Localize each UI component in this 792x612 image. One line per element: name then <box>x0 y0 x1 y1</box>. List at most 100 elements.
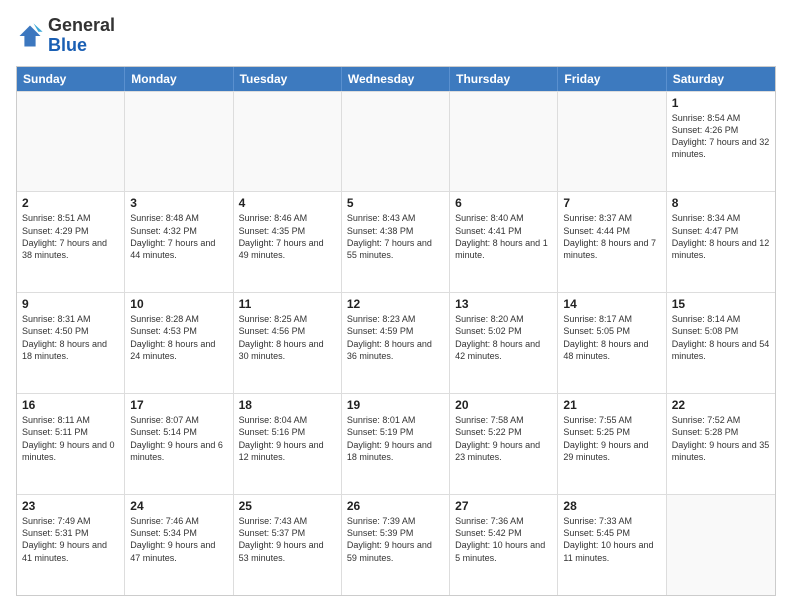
calendar-week-3: 9 Sunrise: 8:31 AM Sunset: 4:50 PM Daylig… <box>17 292 775 393</box>
calendar-cell: 17 Sunrise: 8:07 AM Sunset: 5:14 PM Dayli… <box>125 394 233 494</box>
calendar-cell: 4 Sunrise: 8:46 AM Sunset: 4:35 PM Daylig… <box>234 192 342 292</box>
day-content: Sunrise: 8:48 AM Sunset: 4:32 PM Dayligh… <box>130 212 227 261</box>
day-content: Sunrise: 7:55 AM Sunset: 5:25 PM Dayligh… <box>563 414 660 463</box>
calendar-week-5: 23 Sunrise: 7:49 AM Sunset: 5:31 PM Dayli… <box>17 494 775 595</box>
day-content: Sunrise: 8:25 AM Sunset: 4:56 PM Dayligh… <box>239 313 336 362</box>
calendar-cell: 27 Sunrise: 7:36 AM Sunset: 5:42 PM Dayli… <box>450 495 558 595</box>
day-number: 11 <box>239 297 336 311</box>
calendar-cell <box>558 92 666 192</box>
day-number: 21 <box>563 398 660 412</box>
day-content: Sunrise: 7:43 AM Sunset: 5:37 PM Dayligh… <box>239 515 336 564</box>
calendar-header: SundayMondayTuesdayWednesdayThursdayFrid… <box>17 67 775 91</box>
calendar-cell: 18 Sunrise: 8:04 AM Sunset: 5:16 PM Dayli… <box>234 394 342 494</box>
day-content: Sunrise: 8:14 AM Sunset: 5:08 PM Dayligh… <box>672 313 770 362</box>
day-header-friday: Friday <box>558 67 666 91</box>
page: General Blue SundayMondayTuesdayWednesda… <box>0 0 792 612</box>
day-number: 15 <box>672 297 770 311</box>
calendar-cell: 8 Sunrise: 8:34 AM Sunset: 4:47 PM Daylig… <box>667 192 775 292</box>
day-content: Sunrise: 8:34 AM Sunset: 4:47 PM Dayligh… <box>672 212 770 261</box>
day-content: Sunrise: 8:23 AM Sunset: 4:59 PM Dayligh… <box>347 313 444 362</box>
logo-text: General Blue <box>48 16 115 56</box>
day-number: 10 <box>130 297 227 311</box>
day-content: Sunrise: 8:54 AM Sunset: 4:26 PM Dayligh… <box>672 112 770 161</box>
calendar-cell: 6Sunrise: 8:40 AM Sunset: 4:41 PM Daylig… <box>450 192 558 292</box>
day-number: 25 <box>239 499 336 513</box>
day-number: 20 <box>455 398 552 412</box>
day-content: Sunrise: 8:51 AM Sunset: 4:29 PM Dayligh… <box>22 212 119 261</box>
day-content: Sunrise: 8:01 AM Sunset: 5:19 PM Dayligh… <box>347 414 444 463</box>
day-content: Sunrise: 8:17 AM Sunset: 5:05 PM Dayligh… <box>563 313 660 362</box>
calendar-cell <box>234 92 342 192</box>
day-number: 2 <box>22 196 119 210</box>
calendar-cell: 10 Sunrise: 8:28 AM Sunset: 4:53 PM Dayli… <box>125 293 233 393</box>
day-content: Sunrise: 7:36 AM Sunset: 5:42 PM Dayligh… <box>455 515 552 564</box>
calendar-cell: 9 Sunrise: 8:31 AM Sunset: 4:50 PM Daylig… <box>17 293 125 393</box>
calendar-cell: 5 Sunrise: 8:43 AM Sunset: 4:38 PM Daylig… <box>342 192 450 292</box>
day-content: Sunrise: 8:20 AM Sunset: 5:02 PM Dayligh… <box>455 313 552 362</box>
day-content: Sunrise: 8:46 AM Sunset: 4:35 PM Dayligh… <box>239 212 336 261</box>
day-number: 13 <box>455 297 552 311</box>
calendar-cell: 13 Sunrise: 8:20 AM Sunset: 5:02 PM Dayli… <box>450 293 558 393</box>
day-number: 12 <box>347 297 444 311</box>
calendar-cell <box>342 92 450 192</box>
day-number: 18 <box>239 398 336 412</box>
calendar-cell: 20 Sunrise: 7:58 AM Sunset: 5:22 PM Dayli… <box>450 394 558 494</box>
day-number: 22 <box>672 398 770 412</box>
day-header-wednesday: Wednesday <box>342 67 450 91</box>
day-header-monday: Monday <box>125 67 233 91</box>
day-header-sunday: Sunday <box>17 67 125 91</box>
day-number: 16 <box>22 398 119 412</box>
calendar-cell: 15 Sunrise: 8:14 AM Sunset: 5:08 PM Dayli… <box>667 293 775 393</box>
calendar-cell: 21 Sunrise: 7:55 AM Sunset: 5:25 PM Dayli… <box>558 394 666 494</box>
day-number: 5 <box>347 196 444 210</box>
day-content: Sunrise: 7:39 AM Sunset: 5:39 PM Dayligh… <box>347 515 444 564</box>
day-content: Sunrise: 7:49 AM Sunset: 5:31 PM Dayligh… <box>22 515 119 564</box>
day-number: 4 <box>239 196 336 210</box>
day-number: 7 <box>563 196 660 210</box>
calendar-cell: 19 Sunrise: 8:01 AM Sunset: 5:19 PM Dayli… <box>342 394 450 494</box>
day-number: 1 <box>672 96 770 110</box>
calendar-cell: 14 Sunrise: 8:17 AM Sunset: 5:05 PM Dayli… <box>558 293 666 393</box>
day-content: Sunrise: 8:04 AM Sunset: 5:16 PM Dayligh… <box>239 414 336 463</box>
calendar-cell <box>450 92 558 192</box>
calendar-cell: 1 Sunrise: 8:54 AM Sunset: 4:26 PM Daylig… <box>667 92 775 192</box>
day-header-thursday: Thursday <box>450 67 558 91</box>
day-content: Sunrise: 8:28 AM Sunset: 4:53 PM Dayligh… <box>130 313 227 362</box>
logo: General Blue <box>16 16 115 56</box>
calendar-cell <box>667 495 775 595</box>
day-number: 23 <box>22 499 119 513</box>
calendar: SundayMondayTuesdayWednesdayThursdayFrid… <box>16 66 776 596</box>
day-content: Sunrise: 8:37 AM Sunset: 4:44 PM Dayligh… <box>563 212 660 261</box>
calendar-cell: 25 Sunrise: 7:43 AM Sunset: 5:37 PM Dayli… <box>234 495 342 595</box>
day-content: Sunrise: 7:58 AM Sunset: 5:22 PM Dayligh… <box>455 414 552 463</box>
day-number: 17 <box>130 398 227 412</box>
logo-icon <box>16 22 44 50</box>
calendar-cell: 3Sunrise: 8:48 AM Sunset: 4:32 PM Daylig… <box>125 192 233 292</box>
header: General Blue <box>16 16 776 56</box>
day-number: 26 <box>347 499 444 513</box>
day-content: Sunrise: 8:43 AM Sunset: 4:38 PM Dayligh… <box>347 212 444 261</box>
day-number: 27 <box>455 499 552 513</box>
calendar-cell: 7 Sunrise: 8:37 AM Sunset: 4:44 PM Daylig… <box>558 192 666 292</box>
day-header-saturday: Saturday <box>667 67 775 91</box>
day-number: 8 <box>672 196 770 210</box>
day-header-tuesday: Tuesday <box>234 67 342 91</box>
day-content: Sunrise: 8:40 AM Sunset: 4:41 PM Dayligh… <box>455 212 552 261</box>
day-number: 9 <box>22 297 119 311</box>
calendar-cell: 28Sunrise: 7:33 AM Sunset: 5:45 PM Dayli… <box>558 495 666 595</box>
calendar-cell <box>125 92 233 192</box>
day-content: Sunrise: 8:31 AM Sunset: 4:50 PM Dayligh… <box>22 313 119 362</box>
calendar-cell: 26 Sunrise: 7:39 AM Sunset: 5:39 PM Dayli… <box>342 495 450 595</box>
day-number: 28 <box>563 499 660 513</box>
calendar-cell: 2 Sunrise: 8:51 AM Sunset: 4:29 PM Daylig… <box>17 192 125 292</box>
calendar-cell <box>17 92 125 192</box>
calendar-cell: 24Sunrise: 7:46 AM Sunset: 5:34 PM Dayli… <box>125 495 233 595</box>
day-number: 19 <box>347 398 444 412</box>
day-content: Sunrise: 7:46 AM Sunset: 5:34 PM Dayligh… <box>130 515 227 564</box>
calendar-week-4: 16 Sunrise: 8:11 AM Sunset: 5:11 PM Dayli… <box>17 393 775 494</box>
day-content: Sunrise: 8:07 AM Sunset: 5:14 PM Dayligh… <box>130 414 227 463</box>
day-number: 14 <box>563 297 660 311</box>
calendar-week-1: 1 Sunrise: 8:54 AM Sunset: 4:26 PM Daylig… <box>17 91 775 192</box>
calendar-body: 1 Sunrise: 8:54 AM Sunset: 4:26 PM Daylig… <box>17 91 775 595</box>
day-content: Sunrise: 8:11 AM Sunset: 5:11 PM Dayligh… <box>22 414 119 463</box>
